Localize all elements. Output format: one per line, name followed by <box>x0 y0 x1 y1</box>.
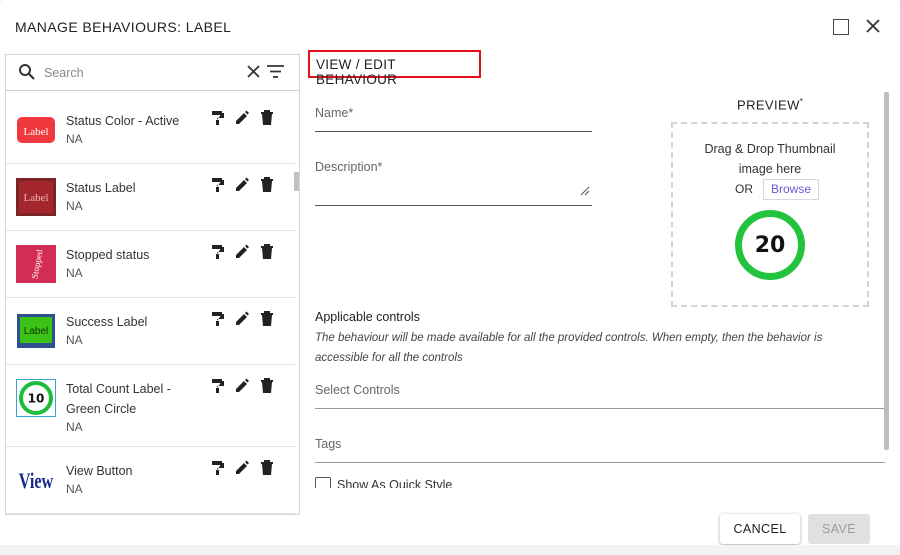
item-name: Success Label <box>66 315 148 329</box>
paint-roller-icon[interactable] <box>211 110 225 125</box>
list-item[interactable]: Label Status Label NA <box>6 164 295 231</box>
item-name: Stopped status <box>66 248 150 262</box>
applicable-controls-title: Applicable controls <box>315 310 420 324</box>
list-item[interactable]: 10 Total Count Label - Green Circle NA <box>6 365 295 447</box>
item-subtitle: NA <box>66 420 83 434</box>
trash-icon[interactable] <box>260 177 274 192</box>
list-scrollbar[interactable] <box>294 172 299 191</box>
item-actions <box>209 378 275 394</box>
list-item[interactable]: Label Status Color - Active NA <box>6 97 295 164</box>
preview-circle: 20 <box>735 210 805 280</box>
list-item[interactable]: Label Success Label NA <box>6 298 295 365</box>
trash-icon[interactable] <box>260 378 274 393</box>
quick-style-row: Show As Quick Style <box>310 470 880 488</box>
preview-required-mark: * <box>799 97 804 106</box>
item-subtitle: NA <box>66 132 83 146</box>
tags-underline <box>315 462 885 463</box>
description-field[interactable] <box>315 196 592 206</box>
quick-style-label: Show As Quick Style <box>337 478 453 488</box>
close-icon[interactable] <box>864 17 882 35</box>
item-subtitle: NA <box>66 333 83 347</box>
behaviour-thumbnail: Stopped <box>16 245 56 283</box>
thumb-text: View <box>19 470 53 494</box>
preview-title: PREVIEW* <box>737 97 803 112</box>
list-item[interactable]: Stopped Stopped status NA <box>6 231 295 298</box>
behaviour-list: Label Status Color - Active NA Label Sta… <box>6 97 295 514</box>
item-subtitle: NA <box>66 199 83 213</box>
search-bar <box>6 55 299 91</box>
pencil-icon[interactable] <box>235 311 249 326</box>
paint-roller-icon[interactable] <box>211 244 225 259</box>
item-actions <box>209 460 275 476</box>
select-controls-underline <box>315 408 885 409</box>
select-controls-field[interactable]: Select Controls <box>315 383 400 397</box>
preview-circle-value: 20 <box>754 232 786 258</box>
thumb-text: Label <box>24 326 48 337</box>
item-actions <box>209 244 275 260</box>
pencil-icon[interactable] <box>235 244 249 259</box>
pencil-icon[interactable] <box>235 110 249 125</box>
drop-line-2: image here <box>738 162 802 176</box>
name-label: Name* <box>315 106 354 120</box>
cancel-button[interactable]: CANCEL <box>720 514 800 544</box>
behaviour-thumbnail: View <box>16 461 56 499</box>
section-title: VIEW / EDIT BEHAVIOUR <box>308 50 481 87</box>
item-name: Status Color - Active <box>66 114 180 128</box>
thumb-text: 10 <box>28 392 45 406</box>
clear-icon[interactable] <box>246 64 261 79</box>
editor-scrollbar[interactable] <box>884 92 889 450</box>
behaviour-thumbnail: 10 <box>16 379 56 417</box>
list-item[interactable]: View View Button NA <box>6 447 295 514</box>
preview-title-text: PREVIEW <box>737 97 800 113</box>
item-actions <box>209 311 275 327</box>
thumbnail-dropzone[interactable]: Drag & Drop Thumbnail image here OR Brow… <box>671 122 869 307</box>
item-subtitle: NA <box>66 266 83 280</box>
tags-field[interactable]: Tags <box>315 437 341 451</box>
maximize-icon[interactable] <box>833 19 849 35</box>
item-name: Status Label <box>66 181 136 195</box>
or-text: OR <box>735 182 753 196</box>
item-name: Total Count Label - Green Circle <box>66 382 171 416</box>
resize-grip-icon[interactable] <box>580 186 590 196</box>
applicable-controls-description: The behaviour will be made available for… <box>315 332 823 364</box>
behaviour-thumbnail: Label <box>16 312 56 350</box>
paint-roller-icon[interactable] <box>211 460 225 475</box>
drop-line-1: Drag & Drop Thumbnail <box>704 142 836 156</box>
pencil-icon[interactable] <box>235 177 249 192</box>
item-actions <box>209 110 275 126</box>
description-label: Description* <box>315 160 383 174</box>
save-button[interactable]: SAVE <box>808 514 870 544</box>
name-field[interactable] <box>315 124 592 132</box>
item-subtitle: NA <box>66 482 83 496</box>
behaviour-thumbnail: Label <box>16 178 56 216</box>
thumb-text: Label <box>23 192 48 204</box>
search-icon <box>19 64 35 80</box>
background-strip <box>0 545 900 555</box>
trash-icon[interactable] <box>260 311 274 326</box>
paint-roller-icon[interactable] <box>211 177 225 192</box>
behaviours-panel: Label Status Color - Active NA Lab <box>5 54 300 515</box>
quick-style-checkbox[interactable] <box>315 477 331 488</box>
thumb-text: Label <box>23 126 48 138</box>
dialog-title: MANAGE BEHAVIOURS: LABEL <box>15 19 232 35</box>
search-input[interactable] <box>44 64 239 82</box>
trash-icon[interactable] <box>260 110 274 125</box>
item-name: View Button <box>66 464 133 478</box>
manage-behaviours-dialog: MANAGE BEHAVIOURS: LABEL Search Label St… <box>0 0 900 555</box>
trash-icon[interactable] <box>260 460 274 475</box>
paint-roller-icon[interactable] <box>211 311 225 326</box>
trash-icon[interactable] <box>260 244 274 259</box>
item-actions <box>209 177 275 193</box>
pencil-icon[interactable] <box>235 378 249 393</box>
paint-roller-icon[interactable] <box>211 378 225 393</box>
pencil-icon[interactable] <box>235 460 249 475</box>
behaviour-thumbnail: Label <box>16 111 56 149</box>
filter-icon[interactable] <box>267 65 284 78</box>
browse-button[interactable]: Browse <box>763 179 819 200</box>
